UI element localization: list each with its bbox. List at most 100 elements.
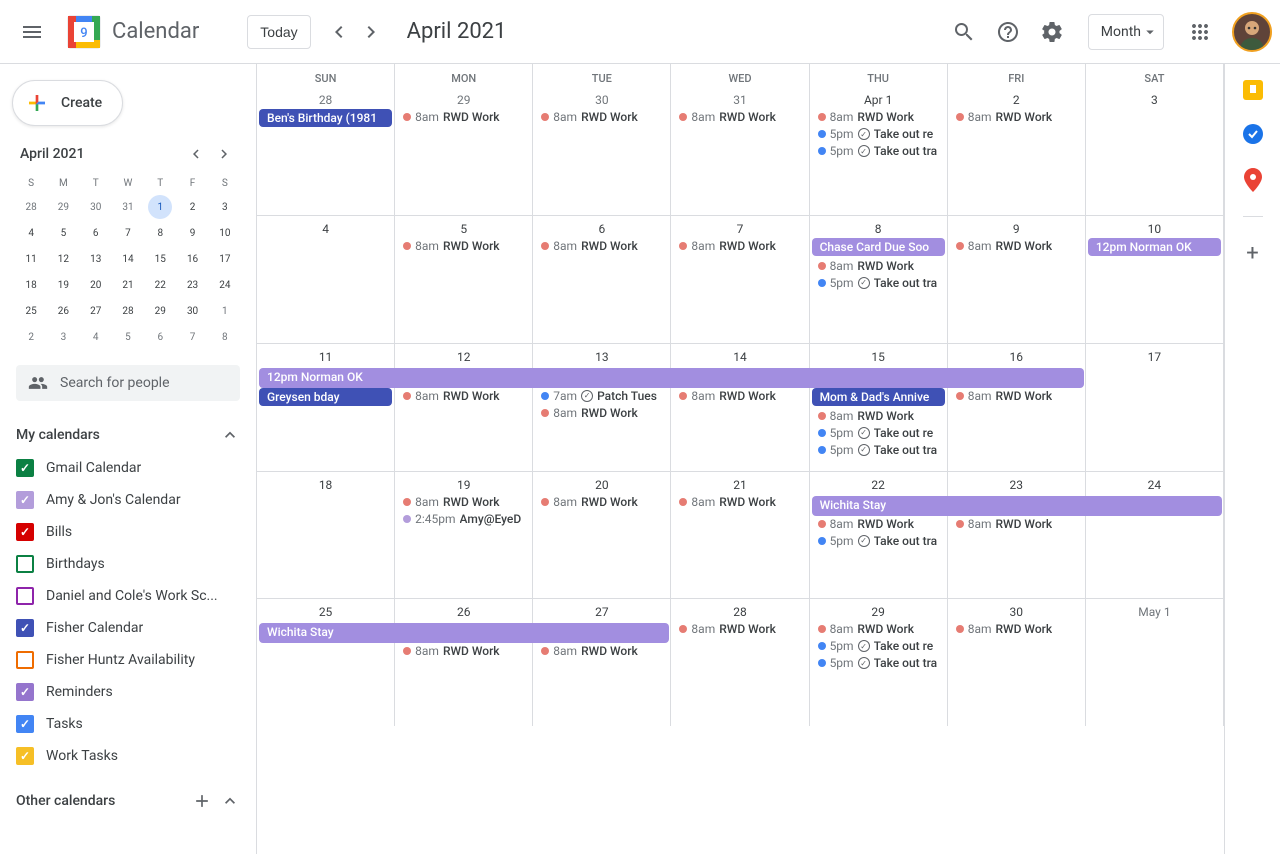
day-cell[interactable]: 22 8amRWD Work5pmTake out tra	[810, 472, 948, 599]
mini-day[interactable]: 1	[213, 299, 237, 323]
mini-day[interactable]: 7	[116, 221, 140, 245]
day-cell[interactable]: 288amRWD Work	[671, 599, 809, 726]
calendar-item[interactable]: Amy & Jon's Calendar	[12, 485, 244, 515]
timed-event[interactable]: 8amRWD Work	[535, 494, 668, 510]
mini-day[interactable]: 29	[51, 195, 75, 219]
other-calendars-toggle[interactable]: Other calendars	[12, 783, 244, 819]
day-number[interactable]: 22	[810, 474, 947, 494]
calendar-checkbox[interactable]	[16, 651, 34, 669]
calendar-checkbox[interactable]	[16, 459, 34, 477]
mini-day[interactable]: 13	[84, 247, 108, 271]
day-number[interactable]: 31	[671, 89, 808, 109]
mini-day[interactable]: 16	[181, 247, 205, 271]
timed-event[interactable]: 5pmTake out re	[812, 638, 945, 654]
all-day-event[interactable]: Mom & Dad's Annive	[812, 388, 945, 406]
timed-event[interactable]: 8amRWD Work	[397, 643, 530, 659]
timed-event[interactable]: 5pmTake out re	[812, 425, 945, 441]
timed-event[interactable]: 8amRWD Work	[950, 238, 1083, 254]
calendar-checkbox[interactable]	[16, 715, 34, 733]
mini-day[interactable]: 29	[148, 299, 172, 323]
day-cell[interactable]: 18	[257, 472, 395, 599]
day-cell[interactable]: 298amRWD Work	[395, 87, 533, 215]
settings-icon[interactable]	[1032, 12, 1072, 52]
day-number[interactable]: 19	[395, 474, 532, 494]
timed-event[interactable]: 5pmTake out tra	[812, 533, 945, 549]
day-number[interactable]: 16	[948, 346, 1085, 366]
mini-prev-button[interactable]	[184, 142, 208, 166]
timed-event[interactable]: 8amRWD Work	[673, 494, 806, 510]
day-cell[interactable]: 8Chase Card Due Soo8amRWD Work5pmTake ou…	[810, 216, 948, 343]
mini-day[interactable]: 4	[19, 221, 43, 245]
mini-day[interactable]: 4	[84, 325, 108, 349]
mini-day[interactable]: 6	[84, 221, 108, 245]
day-number[interactable]: 5	[395, 218, 532, 238]
day-number[interactable]: 9	[948, 218, 1085, 238]
calendar-item[interactable]: Daniel and Cole's Work Sc...	[12, 581, 244, 611]
day-cell[interactable]: May 1	[1086, 599, 1224, 726]
mini-next-button[interactable]	[212, 142, 236, 166]
mini-day[interactable]: 23	[181, 273, 205, 297]
mini-day[interactable]: 6	[148, 325, 172, 349]
plus-icon[interactable]	[192, 791, 212, 811]
day-number[interactable]: 28	[257, 89, 394, 109]
timed-event[interactable]: 8amRWD Work	[812, 408, 945, 424]
all-day-event[interactable]: Ben's Birthday (1981	[259, 109, 392, 127]
mini-day[interactable]: 12	[51, 247, 75, 271]
day-cell[interactable]: 208amRWD Work	[533, 472, 671, 599]
mini-day[interactable]: 11	[19, 247, 43, 271]
mini-day[interactable]: 28	[19, 195, 43, 219]
day-cell[interactable]: Apr 18amRWD Work5pmTake out re5pmTake ou…	[810, 87, 948, 215]
day-cell[interactable]: 298amRWD Work5pmTake out re5pmTake out t…	[810, 599, 948, 726]
view-selector[interactable]: Month	[1088, 14, 1164, 50]
mini-day[interactable]: 21	[116, 273, 140, 297]
search-people-input[interactable]: Search for people	[16, 365, 240, 401]
day-cell[interactable]: 4	[257, 216, 395, 343]
mini-day[interactable]: 19	[51, 273, 75, 297]
account-avatar[interactable]	[1232, 12, 1272, 52]
day-number[interactable]: 29	[395, 89, 532, 109]
mini-day[interactable]: 26	[51, 299, 75, 323]
day-cell[interactable]: 17	[1086, 344, 1224, 471]
day-cell[interactable]: 148amRWD Work	[671, 344, 809, 471]
timed-event[interactable]: 8amRWD Work	[535, 238, 668, 254]
timed-event[interactable]: 5pmTake out tra	[812, 655, 945, 671]
google-apps-icon[interactable]	[1180, 12, 1220, 52]
day-number[interactable]: 25	[257, 601, 394, 621]
keep-icon[interactable]	[1243, 80, 1263, 100]
mini-day[interactable]: 1	[148, 195, 172, 219]
next-period-button[interactable]	[355, 16, 387, 48]
calendar-checkbox[interactable]	[16, 555, 34, 573]
calendar-item[interactable]: Tasks	[12, 709, 244, 739]
mini-day[interactable]: 3	[213, 195, 237, 219]
day-cell[interactable]: 278amRWD Work	[533, 599, 671, 726]
day-cell[interactable]: 308amRWD Work	[533, 87, 671, 215]
timed-event[interactable]: 8amRWD Work	[673, 621, 806, 637]
calendar-item[interactable]: Gmail Calendar	[12, 453, 244, 483]
day-cell[interactable]: 1012pm Norman OK	[1086, 216, 1224, 343]
mini-day[interactable]: 17	[213, 247, 237, 271]
timed-event[interactable]: 8amRWD Work	[535, 109, 668, 125]
day-number[interactable]: 18	[257, 474, 394, 494]
day-cell[interactable]: 128amRWD Work	[395, 344, 533, 471]
calendar-checkbox[interactable]	[16, 491, 34, 509]
mini-day[interactable]: 8	[148, 221, 172, 245]
day-number[interactable]: 6	[533, 218, 670, 238]
day-number[interactable]: 28	[671, 601, 808, 621]
timed-event[interactable]: 8amRWD Work	[950, 516, 1083, 532]
my-calendars-toggle[interactable]: My calendars	[12, 417, 244, 453]
prev-period-button[interactable]	[323, 16, 355, 48]
timed-event[interactable]: 8amRWD Work	[812, 516, 945, 532]
tasks-icon[interactable]	[1243, 124, 1263, 144]
day-number[interactable]: 2	[948, 89, 1085, 109]
mini-day[interactable]: 10	[213, 221, 237, 245]
day-cell[interactable]: 24	[1086, 472, 1224, 599]
all-day-event[interactable]: 12pm Norman OK	[1088, 238, 1221, 256]
calendar-item[interactable]: Fisher Huntz Availability	[12, 645, 244, 675]
day-number[interactable]: 24	[1086, 474, 1223, 494]
calendar-item[interactable]: Work Tasks	[12, 741, 244, 771]
timed-event[interactable]: 8amRWD Work	[812, 258, 945, 274]
logo[interactable]: 9 Calendar	[56, 12, 207, 52]
calendar-checkbox[interactable]	[16, 747, 34, 765]
mini-day[interactable]: 9	[181, 221, 205, 245]
timed-event[interactable]: 2:45pmAmy@EyeD	[397, 511, 530, 527]
